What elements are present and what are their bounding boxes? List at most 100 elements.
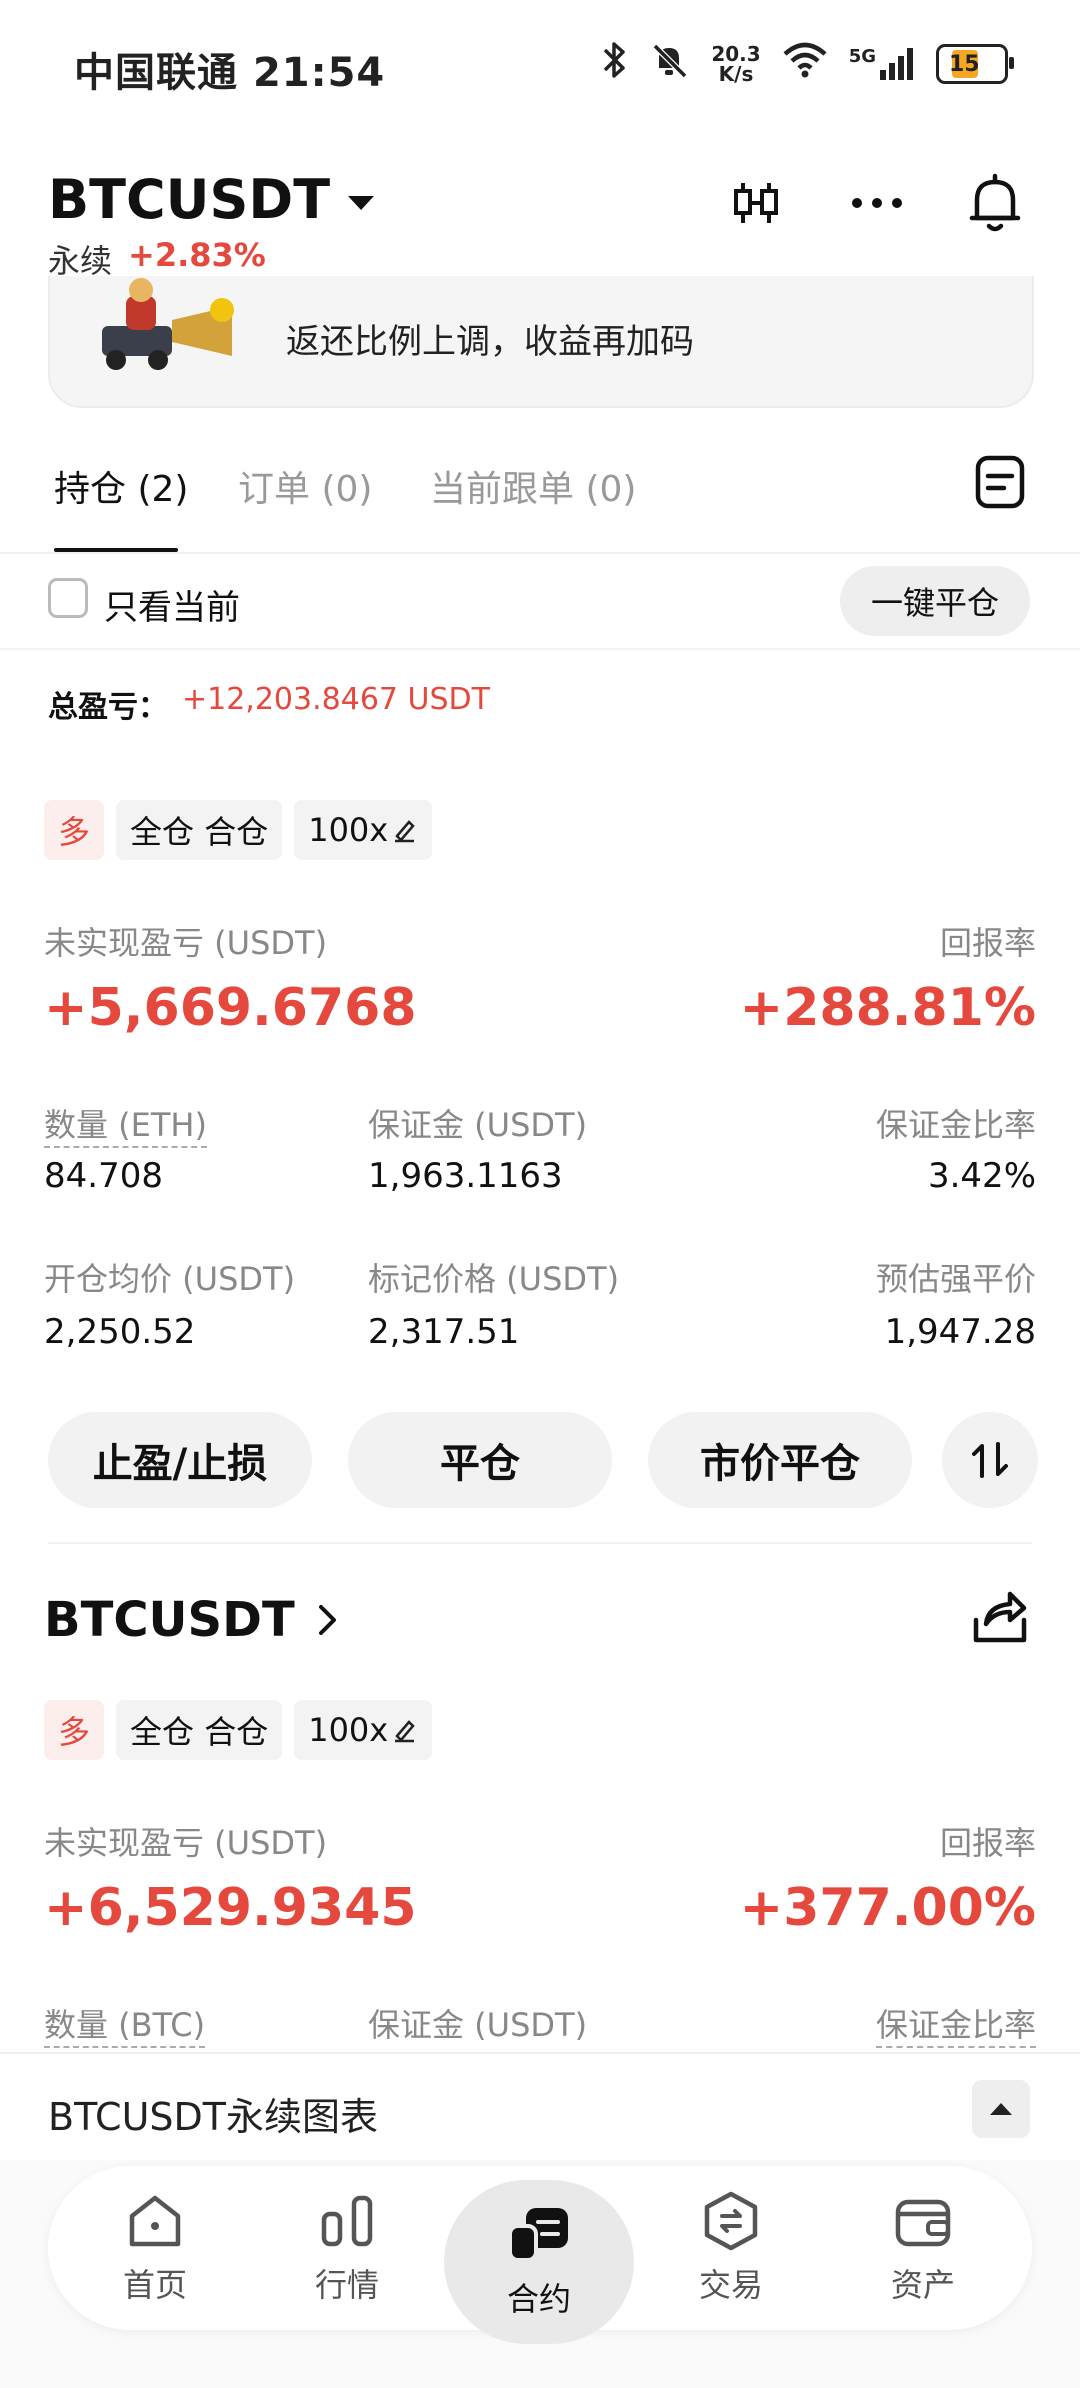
- quantity-label[interactable]: 数量 (ETH): [44, 1100, 207, 1148]
- unrealized-pnl-label: 未实现盈亏 (USDT): [44, 1824, 328, 1862]
- nav-assets[interactable]: 资产: [848, 2166, 998, 2330]
- liquidation-price-label: 预估强平价: [875, 1260, 1036, 1298]
- roe-value: +377.00%: [739, 1878, 1036, 1938]
- section-divider: [48, 1542, 1032, 1544]
- chevron-up-icon: [990, 2103, 1012, 2115]
- pair-name: BTCUSDT: [48, 168, 331, 231]
- quantity-label[interactable]: 数量 (BTC): [44, 2000, 206, 2048]
- roe-label: 回报率: [939, 924, 1036, 962]
- tab-positions[interactable]: 持仓 (2): [54, 460, 188, 512]
- order-history-button[interactable]: [974, 454, 1026, 510]
- cellular-signal-icon: 5G: [849, 46, 914, 82]
- nav-market[interactable]: 行情: [272, 2166, 422, 2330]
- battery-level: 15: [949, 51, 980, 77]
- leverage-value: 100x: [308, 1711, 389, 1749]
- total-pnl-value: +12,203.8467 USDT: [182, 682, 490, 717]
- bell-icon: [969, 173, 1021, 232]
- signal-label: 5G: [848, 46, 876, 67]
- side-tag: 多: [44, 1700, 105, 1760]
- margin-mode-tag[interactable]: 全仓 合仓: [116, 800, 283, 860]
- total-pnl-label: 总盈亏：: [48, 690, 168, 725]
- chevron-right-icon: [318, 1605, 336, 1635]
- net-speed-value: 20.3: [711, 42, 761, 66]
- bluetooth-icon: [601, 40, 627, 89]
- wallet-icon: [895, 2199, 951, 2247]
- position-tags: 多 全仓 合仓 100x: [44, 800, 433, 860]
- chart-expand-button[interactable]: [972, 2080, 1030, 2138]
- wifi-icon: [783, 42, 827, 87]
- margin-ratio-label: 保证金比率: [875, 1106, 1036, 1144]
- status-carrier-time: 中国联通 21:54: [74, 40, 385, 98]
- reverse-position-button[interactable]: [942, 1412, 1038, 1508]
- entry-price-label: 开仓均价 (USDT): [44, 1260, 296, 1298]
- pair-selector[interactable]: BTCUSDT: [48, 168, 375, 231]
- edit-pencil-icon: [395, 820, 415, 843]
- edit-pencil-icon: [395, 1720, 415, 1743]
- position-symbol: BTCUSDT: [44, 1592, 295, 1648]
- market-icon: [321, 2195, 373, 2247]
- swap-arrows-icon: [972, 1442, 1008, 1478]
- liquidation-price-value: 1,947.28: [884, 1312, 1036, 1352]
- nav-futures[interactable]: 合约: [464, 2180, 614, 2344]
- net-speed-unit: K/s: [718, 62, 754, 86]
- total-pnl: 总盈亏： +12,203.8467 USDT: [48, 682, 490, 726]
- side-tag: 多: [44, 800, 105, 860]
- leverage-tag[interactable]: 100x: [294, 800, 433, 860]
- unrealized-pnl-value: +5,669.6768: [44, 978, 417, 1038]
- share-icon: [973, 1591, 1027, 1643]
- nav-home[interactable]: 首页: [80, 2166, 230, 2330]
- margin-value: 1,963.1163: [368, 1156, 563, 1196]
- document-icon: [975, 455, 1025, 509]
- battery-icon: 15: [936, 44, 1014, 84]
- roe-value: +288.81%: [739, 978, 1036, 1038]
- leverage-tag[interactable]: 100x: [294, 1700, 433, 1760]
- mark-price-value: 2,317.51: [368, 1312, 520, 1352]
- unrealized-pnl-label: 未实现盈亏 (USDT): [44, 924, 328, 962]
- clock-time: 21:54: [252, 50, 386, 96]
- nav-label: 首页: [122, 2266, 187, 2304]
- mute-bell-icon: [649, 40, 689, 89]
- chart-drawer-title: BTCUSDT永续图表: [48, 2095, 378, 2139]
- chevron-down-icon: [348, 195, 375, 210]
- only-current-label: 只看当前: [104, 588, 240, 628]
- position-symbol-link[interactable]: BTCUSDT: [44, 1592, 339, 1648]
- tab-orders[interactable]: 订单 (0): [238, 460, 372, 512]
- share-position-button[interactable]: [968, 1584, 1032, 1648]
- entry-price-value: 2,250.52: [44, 1312, 196, 1352]
- unrealized-pnl-value: +6,529.9345: [44, 1878, 417, 1938]
- futures-icon: [508, 2208, 568, 2262]
- margin-mode-tag[interactable]: 全仓 合仓: [116, 1700, 283, 1760]
- notification-button[interactable]: [960, 168, 1030, 238]
- tp-sl-button[interactable]: 止盈/止损: [48, 1412, 312, 1508]
- carrier-name: 中国联通: [74, 50, 238, 96]
- promo-illustration: [92, 276, 242, 376]
- only-current-checkbox[interactable]: [48, 578, 88, 618]
- nav-trade[interactable]: 交易: [656, 2166, 806, 2330]
- leverage-value: 100x: [308, 811, 389, 849]
- net-speed: 20.3 K/s: [711, 44, 760, 84]
- position-tags: 多 全仓 合仓 100x: [44, 1700, 433, 1760]
- active-tab-indicator: [54, 548, 178, 552]
- candlestick-chart-button[interactable]: [722, 168, 792, 238]
- banner-text: 返还比例上调，收益再加码: [286, 322, 694, 362]
- nav-label: 资产: [890, 2266, 955, 2304]
- close-all-button[interactable]: 一键平仓: [840, 566, 1030, 636]
- nav-label: 行情: [314, 2266, 379, 2304]
- close-position-button[interactable]: 平仓: [348, 1412, 612, 1508]
- market-close-button[interactable]: 市价平仓: [648, 1412, 912, 1508]
- margin-label: 保证金 (USDT): [368, 2006, 588, 2044]
- margin-label: 保证金 (USDT): [368, 1106, 588, 1144]
- mark-price-label: 标记价格 (USDT): [368, 1260, 620, 1298]
- roe-label: 回报率: [939, 1824, 1036, 1862]
- margin-ratio-label[interactable]: 保证金比率: [875, 2000, 1036, 2048]
- trade-icon: [704, 2191, 758, 2251]
- nav-label: 交易: [698, 2266, 763, 2304]
- status-icons: 20.3 K/s 5G 15: [601, 36, 1014, 92]
- quantity-value: 84.708: [44, 1156, 163, 1196]
- candlestick-icon: [734, 183, 778, 223]
- more-button[interactable]: [842, 168, 912, 238]
- tab-copy-trades[interactable]: 当前跟单 (0): [430, 460, 636, 512]
- home-icon: [129, 2195, 181, 2247]
- margin-ratio-value: 3.42%: [927, 1156, 1036, 1196]
- more-dots-icon: [852, 198, 902, 208]
